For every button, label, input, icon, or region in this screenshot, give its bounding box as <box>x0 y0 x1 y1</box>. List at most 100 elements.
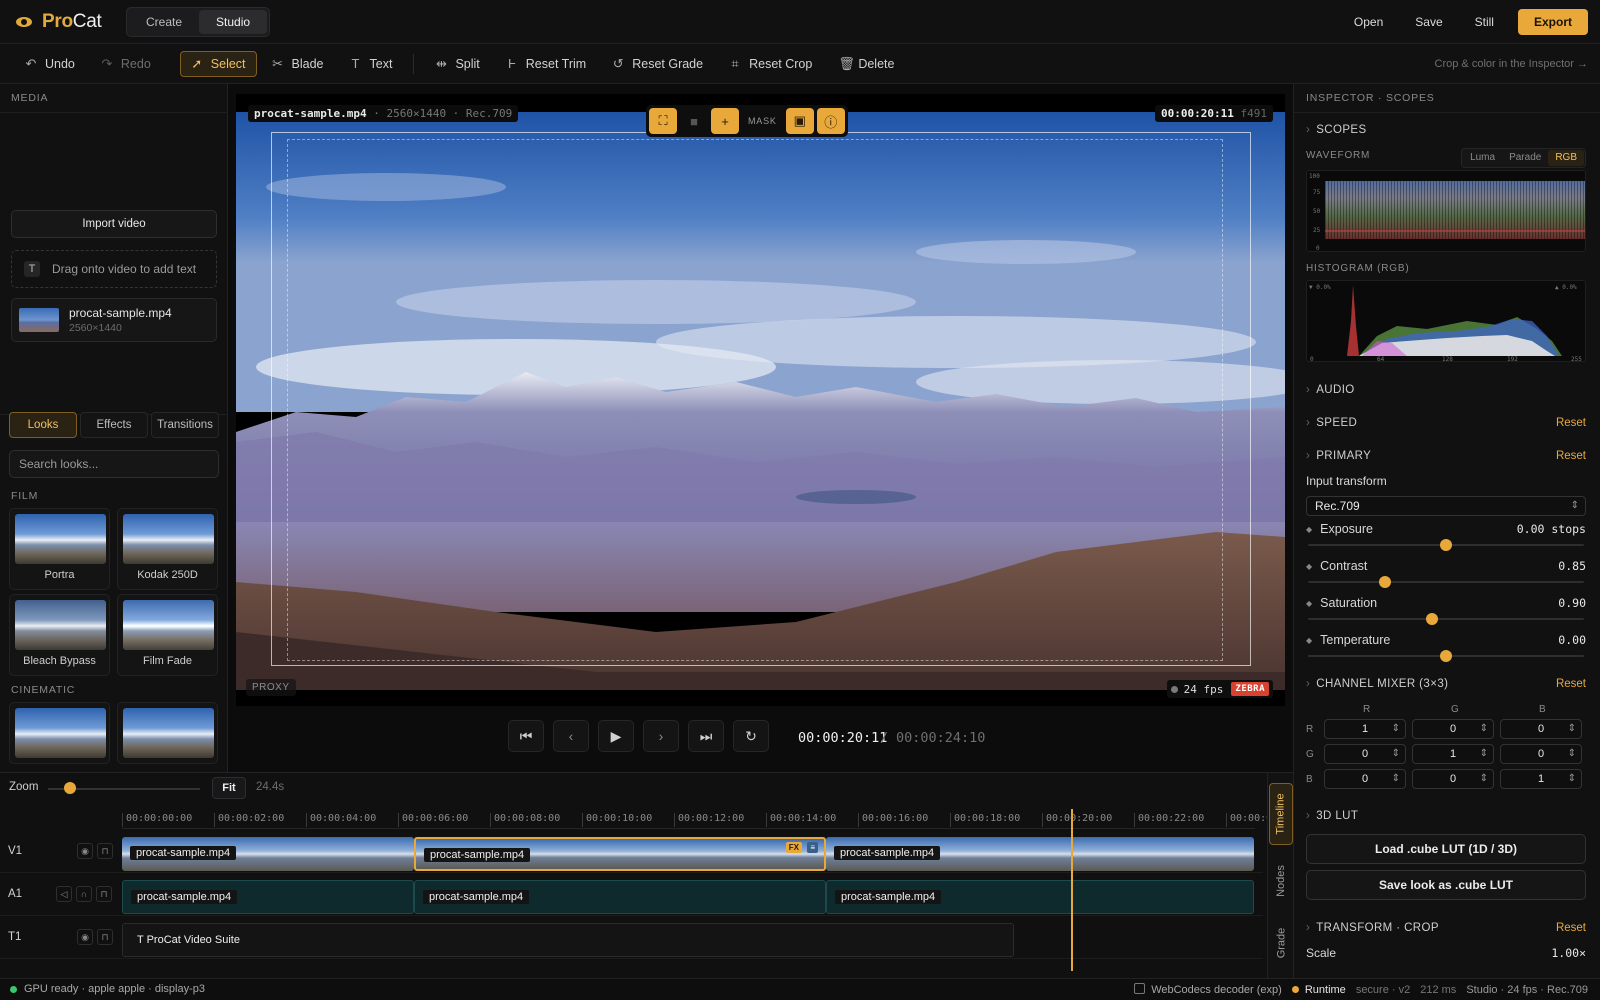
cm-gr-input[interactable]: 0 <box>1324 744 1406 764</box>
waveform-mode-parade[interactable]: Parade <box>1502 150 1548 166</box>
video-clip[interactable]: procat-sample.mp4 <box>826 837 1254 871</box>
fit-button[interactable]: Fit <box>212 777 246 799</box>
open-button[interactable]: Open <box>1340 9 1397 35</box>
primary-section-header[interactable]: PRIMARY <box>1306 450 1371 462</box>
looks-search-input[interactable]: Search looks... <box>9 450 219 478</box>
tab-grade[interactable]: Grade <box>1269 917 1293 969</box>
reset-grade-button[interactable]: ↺ Reset Grade <box>601 51 714 77</box>
cm-br-input[interactable]: 0 <box>1324 769 1406 789</box>
waveform-mode-rgb[interactable]: RGB <box>1548 150 1584 166</box>
speed-reset-button[interactable]: Reset <box>1556 417 1586 429</box>
saturation-slider-knob[interactable] <box>1426 613 1439 625</box>
mode-studio-tab[interactable]: Studio <box>199 9 268 34</box>
lock-icon[interactable]: ⊓ <box>97 929 113 945</box>
import-video-button[interactable]: Import video <box>11 210 217 238</box>
waveform-mode-luma[interactable]: Luma <box>1463 150 1502 166</box>
video-clip-selected[interactable]: procat-sample.mp4 FX ≡ <box>414 837 826 871</box>
channel-mixer-header[interactable]: CHANNEL MIXER (3×3) <box>1306 678 1448 690</box>
cm-gg-input[interactable]: 1 <box>1412 744 1494 764</box>
fullscreen-icon[interactable]: ⛶ <box>649 108 677 134</box>
save-button[interactable]: Save <box>1401 9 1456 35</box>
clip-menu-icon[interactable]: ≡ <box>807 842 818 853</box>
media-item[interactable]: procat-sample.mp4 2560×1440 <box>11 298 217 342</box>
tab-effects[interactable]: Effects <box>80 412 148 438</box>
look-cinematic-2[interactable] <box>117 702 218 764</box>
exposure-slider[interactable] <box>1308 539 1584 551</box>
look-film-fade[interactable]: Film Fade <box>117 594 218 676</box>
saturation-slider[interactable] <box>1308 613 1584 625</box>
speaker-icon[interactable]: ◁ <box>56 886 72 902</box>
delete-button[interactable]: 🗑︎ Delete <box>827 51 905 77</box>
cm-rg-input[interactable]: 0 <box>1412 719 1494 739</box>
still-button[interactable]: Still <box>1461 9 1508 35</box>
contrast-slider-knob[interactable] <box>1379 576 1392 588</box>
video-clip[interactable]: procat-sample.mp4 <box>122 837 414 871</box>
temperature-slider-knob[interactable] <box>1440 650 1452 662</box>
cm-rr-input[interactable]: 1 <box>1324 719 1406 739</box>
cm-gb-input[interactable]: 0 <box>1500 744 1582 764</box>
look-portra[interactable]: Portra <box>9 508 110 590</box>
temperature-slider[interactable] <box>1308 650 1584 662</box>
tab-transitions[interactable]: Transitions <box>151 412 219 438</box>
audio-clip[interactable]: procat-sample.mp4 <box>826 880 1254 914</box>
eye-icon[interactable]: ◉ <box>77 929 93 945</box>
info-icon[interactable]: ⓘ <box>816 108 845 134</box>
go-to-start-icon[interactable]: ⏮ <box>508 720 544 752</box>
play-icon[interactable]: ▶ <box>598 720 634 752</box>
stop-icon[interactable]: ■ <box>680 108 708 134</box>
speed-section-header[interactable]: SPEED <box>1306 417 1357 429</box>
webcodecs-toggle[interactable]: WebCodecs decoder (exp) <box>1134 983 1282 996</box>
text-tool-button[interactable]: T Text <box>339 51 404 77</box>
lut-section-header[interactable]: 3D LUT <box>1306 810 1358 822</box>
cm-rb-input[interactable]: 0 <box>1500 719 1582 739</box>
export-button[interactable]: Export <box>1517 8 1588 35</box>
lock-icon[interactable]: ⊓ <box>97 843 113 859</box>
scopes-section-header[interactable]: SCOPES <box>1306 124 1367 136</box>
overlay-box-icon[interactable]: ▣ <box>785 108 814 134</box>
prev-frame-icon[interactable]: ‹ <box>553 720 589 752</box>
blade-tool-button[interactable]: ✂ Blade <box>261 51 335 77</box>
transform-crop-header[interactable]: TRANSFORM · CROP <box>1306 922 1439 934</box>
load-lut-button[interactable]: Load .cube LUT (1D / 3D) <box>1306 834 1586 864</box>
primary-reset-button[interactable]: Reset <box>1556 450 1586 462</box>
lock-icon[interactable]: ⊓ <box>96 886 112 902</box>
zebra-toggle[interactable]: ZEBRA <box>1231 682 1269 696</box>
text-clip[interactable]: T ProCat Video Suite <box>122 923 1014 957</box>
contrast-slider[interactable] <box>1308 576 1584 588</box>
cm-bb-input[interactable]: 1 <box>1500 769 1582 789</box>
undo-button[interactable]: ↶ Undo <box>14 51 86 77</box>
exposure-slider-knob[interactable] <box>1440 539 1452 551</box>
look-kodak-250d[interactable]: Kodak 250D <box>117 508 218 590</box>
mask-toggle[interactable]: MASK <box>742 108 783 134</box>
next-frame-icon[interactable]: › <box>643 720 679 752</box>
input-transform-select[interactable]: Rec.709 ⇕ <box>1306 496 1586 516</box>
look-bleach-bypass[interactable]: Bleach Bypass <box>9 594 110 676</box>
headphones-icon[interactable]: ∩ <box>76 886 92 902</box>
mode-create-tab[interactable]: Create <box>129 10 199 34</box>
audio-clip[interactable]: procat-sample.mp4 <box>122 880 414 914</box>
split-button[interactable]: ⇹ Split <box>424 51 490 77</box>
audio-section-header[interactable]: AUDIO <box>1306 384 1355 396</box>
transform-reset-button[interactable]: Reset <box>1556 922 1586 934</box>
save-look-button[interactable]: Save look as .cube LUT <box>1306 870 1586 900</box>
go-to-end-icon[interactable]: ⏭ <box>688 720 724 752</box>
loop-icon[interactable]: ↻ <box>733 720 769 752</box>
audio-clip[interactable]: procat-sample.mp4 <box>414 880 826 914</box>
text-drop-zone[interactable]: T Drag onto video to add text <box>11 250 217 288</box>
crosshair-icon[interactable]: + <box>711 108 739 134</box>
timeline-ruler[interactable]: 00:00:00:00 00:00:02:00 00:00:04:00 00:0… <box>122 809 1272 829</box>
channel-mixer-reset-button[interactable]: Reset <box>1556 678 1586 690</box>
cm-bg-input[interactable]: 0 <box>1412 769 1494 789</box>
tab-nodes[interactable]: Nodes <box>1269 855 1293 907</box>
tab-timeline[interactable]: Timeline <box>1269 783 1293 845</box>
reset-crop-button[interactable]: ⌗ Reset Crop <box>718 51 823 77</box>
eye-icon[interactable]: ◉ <box>77 843 93 859</box>
reset-trim-button[interactable]: Ⱶ Reset Trim <box>495 51 597 77</box>
video-frame[interactable]: procat-sample.mp4 · 2560×1440 · Rec.709 … <box>236 94 1285 706</box>
redo-button[interactable]: ↷ Redo <box>90 51 162 77</box>
select-tool-button[interactable]: ➚ Select <box>179 50 257 77</box>
tab-looks[interactable]: Looks <box>9 412 77 438</box>
look-cinematic-1[interactable] <box>9 702 110 764</box>
zoom-slider-knob[interactable] <box>64 782 76 794</box>
playhead[interactable] <box>1071 809 1073 971</box>
